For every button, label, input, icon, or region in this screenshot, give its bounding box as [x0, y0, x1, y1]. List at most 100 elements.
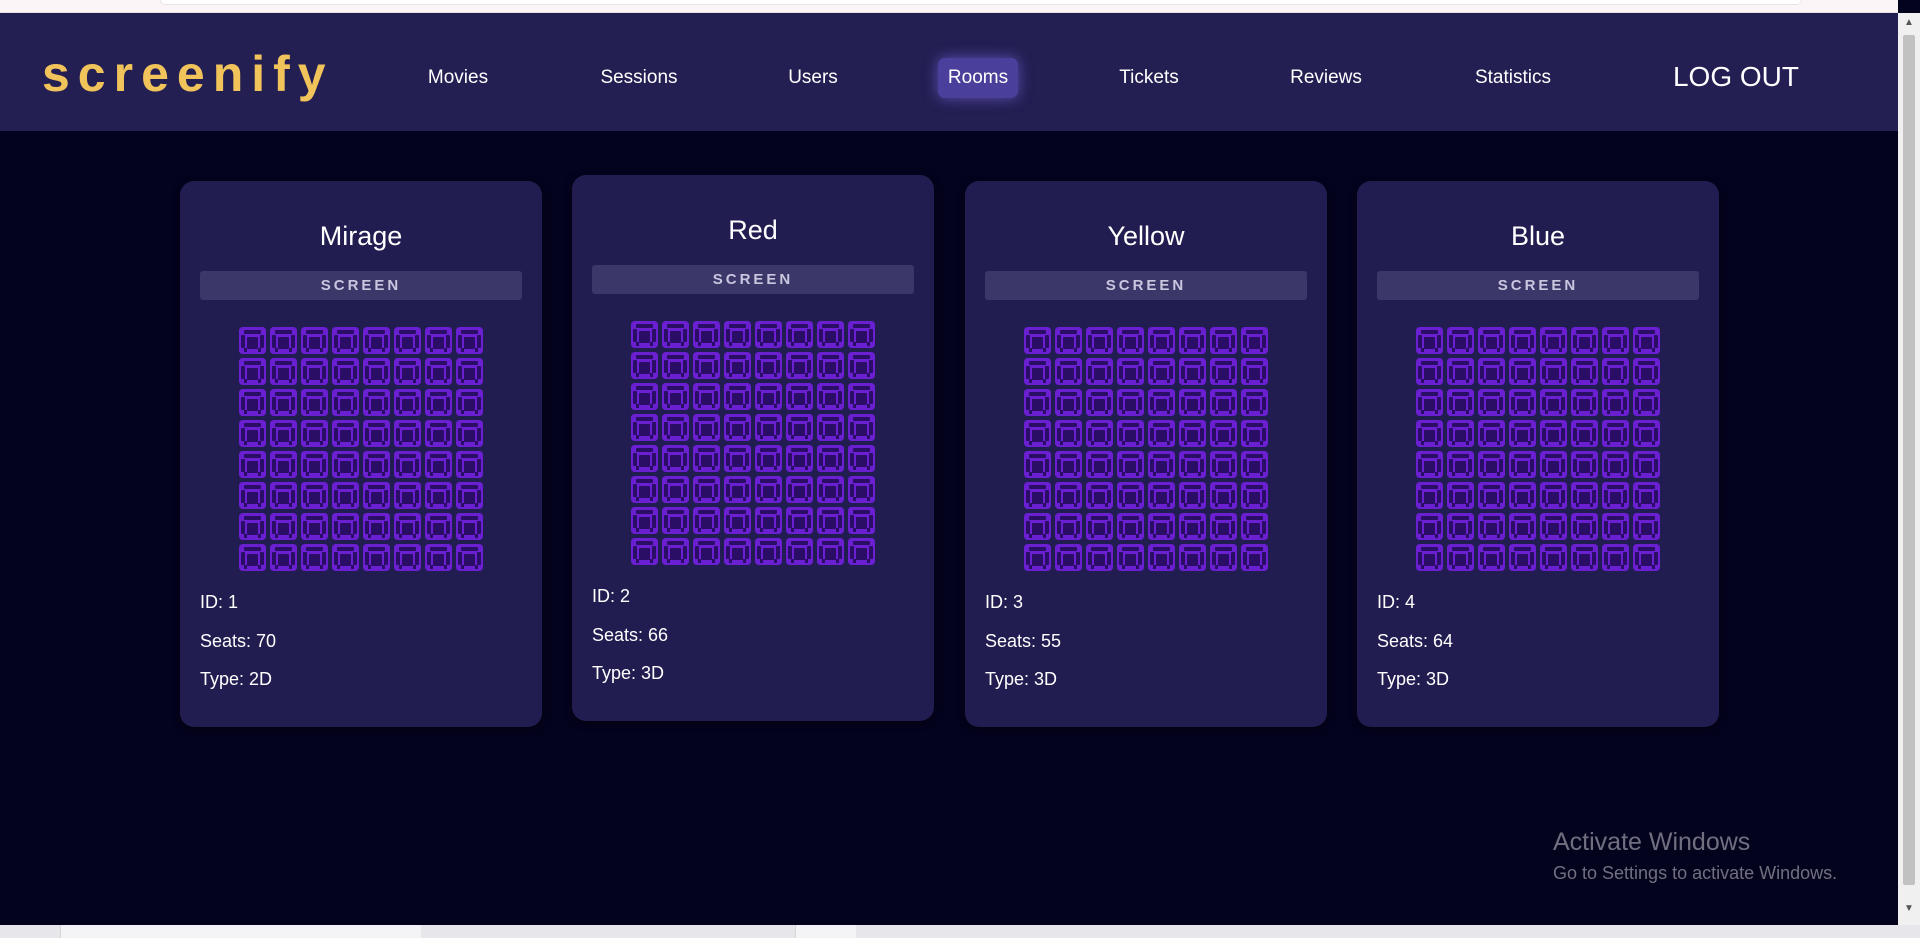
seat-icon	[1509, 544, 1536, 571]
room-seats: Seats: 64	[1377, 631, 1454, 651]
scroll-thumb[interactable]	[1903, 35, 1915, 885]
seat-grid	[1416, 327, 1660, 571]
seat-icon	[394, 358, 421, 385]
nav-item-sessions[interactable]: Sessions	[586, 58, 692, 98]
seat-icon	[786, 383, 813, 410]
seat-icon	[239, 451, 266, 478]
seat-icon	[724, 445, 751, 472]
seat-icon	[1447, 420, 1474, 447]
seat-icon	[1055, 389, 1082, 416]
seat-icon	[1478, 544, 1505, 571]
seat-icon	[1055, 513, 1082, 540]
seat-icon	[1447, 482, 1474, 509]
seat-icon	[724, 538, 751, 565]
seat-icon	[363, 482, 390, 509]
seat-icon	[425, 451, 452, 478]
seat-icon	[1241, 544, 1268, 571]
vertical-scrollbar[interactable]: ▲ ▼	[1898, 13, 1920, 925]
seat-icon	[786, 414, 813, 441]
seat-icon	[394, 482, 421, 509]
seat-icon	[1117, 420, 1144, 447]
room-type: Type: 3D	[985, 669, 1058, 689]
seat-icon	[332, 420, 359, 447]
seat-icon	[1210, 327, 1237, 354]
nav-item-reviews[interactable]: Reviews	[1280, 58, 1372, 98]
room-card[interactable]: Blue SCREEN ID: 4 Seats: 64 Type: 3D	[1357, 181, 1719, 727]
browser-top-strip	[0, 0, 1898, 13]
scroll-up-arrow-icon[interactable]: ▲	[1898, 17, 1920, 33]
seat-icon	[1509, 513, 1536, 540]
seat-icon	[1416, 389, 1443, 416]
seat-icon	[693, 538, 720, 565]
seat-icon	[1447, 451, 1474, 478]
logout-button[interactable]: LOG OUT	[1648, 51, 1824, 103]
seat-icon	[1509, 358, 1536, 385]
seat-icon	[1086, 358, 1113, 385]
seat-icon	[301, 513, 328, 540]
seat-icon	[1478, 389, 1505, 416]
room-card[interactable]: Red SCREEN ID: 2 Seats: 66 Type: 3D	[572, 175, 934, 721]
seat-icon	[1509, 420, 1536, 447]
seat-icon	[1571, 389, 1598, 416]
seat-icon	[1540, 482, 1567, 509]
seat-icon	[301, 544, 328, 571]
seat-icon	[394, 327, 421, 354]
seat-icon	[1416, 327, 1443, 354]
seat-icon	[693, 383, 720, 410]
seat-icon	[239, 482, 266, 509]
seat-icon	[456, 513, 483, 540]
seat-icon	[755, 383, 782, 410]
room-name: Blue	[1510, 221, 1566, 251]
seat-icon	[1210, 513, 1237, 540]
room-card[interactable]: Yellow SCREEN ID: 3 Seats: 55 Type: 3D	[965, 181, 1327, 727]
seat-icon	[394, 451, 421, 478]
room-card[interactable]: Mirage SCREEN ID: 1 Seats: 70 Type: 2D	[180, 181, 542, 727]
seat-icon	[239, 358, 266, 385]
seat-icon	[724, 383, 751, 410]
scroll-down-arrow-icon[interactable]: ▼	[1898, 903, 1920, 919]
seat-icon	[1633, 389, 1660, 416]
seat-icon	[270, 482, 297, 509]
seat-icon	[270, 513, 297, 540]
activate-windows-title: Activate Windows	[1553, 828, 1751, 856]
seat-icon	[1478, 420, 1505, 447]
seat-icon	[1241, 451, 1268, 478]
seat-icon	[724, 321, 751, 348]
seat-icon	[301, 389, 328, 416]
screen-label: SCREEN	[592, 265, 914, 294]
seat-icon	[693, 445, 720, 472]
seat-icon	[662, 507, 689, 534]
nav-item-users[interactable]: Users	[776, 58, 850, 98]
activate-windows-subtitle: Go to Settings to activate Windows.	[1553, 863, 1838, 883]
seat-icon	[631, 538, 658, 565]
room-type: Type: 3D	[592, 663, 665, 683]
logo[interactable]: screenify	[42, 45, 334, 103]
seat-icon	[1602, 513, 1629, 540]
seat-icon	[1602, 327, 1629, 354]
seat-icon	[1540, 358, 1567, 385]
room-name: Mirage	[319, 221, 403, 251]
nav-item-movies[interactable]: Movies	[414, 58, 502, 98]
room-seats: Seats: 55	[985, 631, 1062, 651]
seat-icon	[332, 513, 359, 540]
seat-icon	[1024, 513, 1051, 540]
seat-icon	[1571, 544, 1598, 571]
nav-item-statistics[interactable]: Statistics	[1460, 58, 1566, 98]
seat-icon	[1148, 451, 1175, 478]
nav-item-rooms[interactable]: Rooms	[938, 58, 1018, 98]
seat-icon	[1086, 420, 1113, 447]
nav-item-tickets[interactable]: Tickets	[1106, 58, 1192, 98]
seat-icon	[1602, 389, 1629, 416]
seat-icon	[425, 358, 452, 385]
seat-icon	[425, 327, 452, 354]
navbar: screenify Movies Sessions Users Rooms Ti…	[0, 13, 1898, 131]
seat-icon	[1633, 482, 1660, 509]
seat-icon	[1179, 513, 1206, 540]
seat-icon	[332, 389, 359, 416]
seat-icon	[1086, 389, 1113, 416]
seat-icon	[301, 451, 328, 478]
seat-icon	[817, 507, 844, 534]
seat-icon	[456, 389, 483, 416]
seat-icon	[1086, 544, 1113, 571]
seat-icon	[817, 538, 844, 565]
